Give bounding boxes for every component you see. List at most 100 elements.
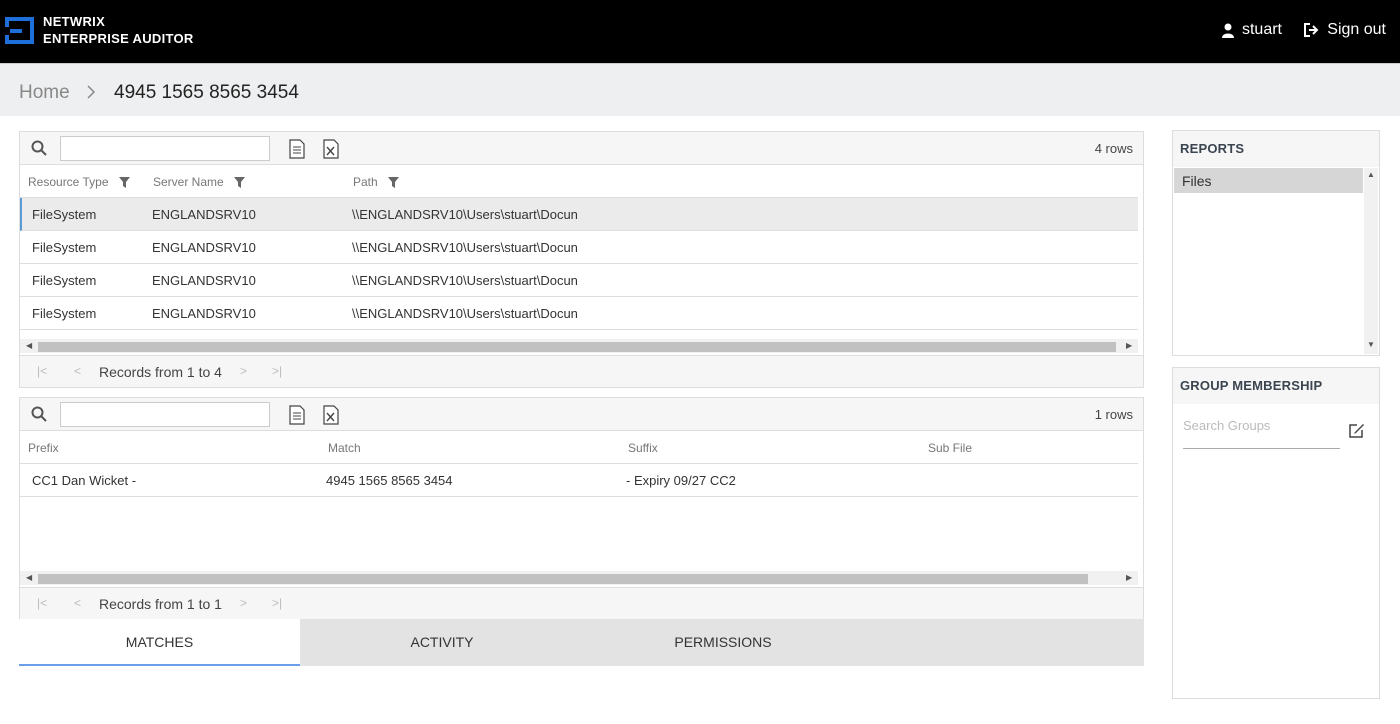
cell-prefix: CC1 Dan Wicket - (32, 473, 137, 488)
sign-out-button[interactable]: Sign out (1304, 21, 1386, 39)
brand-line2: ENTERPRISE AUDITOR (43, 31, 194, 46)
column-header-sub-file[interactable]: Sub File (928, 441, 972, 455)
sign-out-icon (1304, 23, 1319, 37)
next-page-icon[interactable]: > (240, 596, 247, 610)
export-excel-icon[interactable] (322, 405, 340, 425)
table-row[interactable]: FileSystem ENGLANDSRV10 \\ENGLANDSRV10\U… (20, 198, 1138, 231)
table-row[interactable]: FileSystem ENGLANDSRV10 \\ENGLANDSRV10\U… (20, 297, 1138, 330)
tab-permissions[interactable]: PERMISSIONS (583, 619, 863, 666)
cell-path: \\ENGLANDSRV10\Users\stuart\Docun (352, 273, 578, 288)
grid-toolbar: 1 rows (20, 398, 1143, 431)
column-header-path[interactable]: Path (353, 175, 399, 189)
grid-search-input[interactable] (60, 402, 270, 427)
tab-activity[interactable]: ACTIVITY (302, 619, 582, 666)
column-header-match[interactable]: Match (328, 441, 361, 455)
column-label: Resource Type (28, 175, 109, 189)
column-label: Server Name (153, 175, 224, 189)
user-menu[interactable]: stuart (1221, 21, 1282, 39)
column-label: Suffix (628, 441, 658, 455)
pagination-bar: |< < Records from 1 to 4 > >| (20, 355, 1143, 387)
search-icon (31, 406, 47, 422)
table-row[interactable]: FileSystem ENGLANDSRV10 \\ENGLANDSRV10\U… (20, 231, 1138, 264)
scroll-up-icon[interactable]: ▲ (1367, 170, 1375, 179)
filter-icon[interactable] (118, 176, 130, 188)
export-excel-icon[interactable] (322, 139, 340, 159)
next-page-icon[interactable]: > (240, 364, 247, 378)
table-header: Prefix Match Suffix Sub File (20, 431, 1138, 464)
edit-icon[interactable] (1348, 422, 1365, 439)
username-label: stuart (1241, 21, 1282, 38)
previous-page-icon[interactable]: < (74, 364, 81, 378)
scrollbar-thumb[interactable] (38, 574, 1088, 584)
previous-page-icon[interactable]: < (74, 596, 81, 610)
column-header-server-name[interactable]: Server Name (153, 175, 245, 189)
scroll-right-icon[interactable]: ▶ (1126, 573, 1132, 582)
cell-path: \\ENGLANDSRV10\Users\stuart\Docun (352, 207, 578, 222)
detail-tabs: MATCHES ACTIVITY PERMISSIONS (19, 619, 1144, 666)
matches-grid: 1 rows Prefix Match Suffix Sub File CC1 … (19, 397, 1144, 620)
table-row[interactable]: CC1 Dan Wicket - 4945 1565 8565 3454 - E… (20, 464, 1138, 497)
search-groups-input[interactable]: Search Groups (1183, 412, 1340, 449)
cell-path: \\ENGLANDSRV10\Users\stuart\Docun (352, 240, 578, 255)
last-page-icon[interactable]: >| (272, 364, 282, 378)
column-label: Sub File (928, 441, 973, 455)
locations-grid: 4 rows Resource Type Server Name Path Fi… (19, 131, 1144, 388)
cell-match: 4945 1565 8565 3454 (326, 473, 453, 488)
grid-toolbar: 4 rows (20, 132, 1143, 165)
cell-resource-type: FileSystem (32, 207, 97, 222)
filter-icon[interactable] (233, 176, 245, 188)
breadcrumb: Home 4945 1565 8565 3454 (0, 63, 1400, 116)
scroll-left-icon[interactable]: ◀ (26, 573, 32, 582)
breadcrumb-home-link[interactable]: Home (19, 82, 70, 104)
scroll-down-icon[interactable]: ▼ (1367, 340, 1375, 349)
netwrix-logo-icon (5, 17, 34, 44)
user-icon (1221, 23, 1234, 38)
filter-icon[interactable] (387, 176, 399, 188)
tab-matches[interactable]: MATCHES (19, 619, 300, 666)
scroll-left-icon[interactable]: ◀ (26, 341, 32, 350)
cell-resource-type: FileSystem (32, 240, 97, 255)
scroll-right-icon[interactable]: ▶ (1126, 341, 1132, 350)
column-label: Match (328, 441, 361, 455)
group-membership-panel: GROUP MEMBERSHIP Search Groups (1172, 367, 1380, 699)
records-label: Records from 1 to 1 (99, 596, 222, 612)
group-membership-title: GROUP MEMBERSHIP (1180, 378, 1323, 393)
grid-search-input[interactable] (60, 136, 270, 161)
column-label: Path (353, 175, 378, 189)
pagination-bar: |< < Records from 1 to 1 > >| (20, 587, 1143, 619)
column-header-suffix[interactable]: Suffix (628, 441, 658, 455)
cell-server-name: ENGLANDSRV10 (152, 207, 256, 222)
first-page-icon[interactable]: |< (37, 596, 47, 610)
top-header: NETWRIX ENTERPRISE AUDITOR stuart Sign o… (0, 0, 1400, 63)
export-text-icon[interactable] (288, 405, 306, 425)
table-header: Resource Type Server Name Path (20, 165, 1138, 198)
cell-server-name: ENGLANDSRV10 (152, 306, 256, 321)
horizontal-scrollbar[interactable]: ◀ ▶ (20, 339, 1138, 353)
search-icon (31, 140, 47, 156)
column-header-prefix[interactable]: Prefix (28, 441, 59, 455)
cell-server-name: ENGLANDSRV10 (152, 273, 256, 288)
reports-title: REPORTS (1180, 141, 1245, 156)
cell-resource-type: FileSystem (32, 273, 97, 288)
vertical-scrollbar[interactable]: ▲ ▼ (1364, 168, 1378, 354)
cell-server-name: ENGLANDSRV10 (152, 240, 256, 255)
row-count: 4 rows (1094, 141, 1133, 156)
chevron-right-icon (87, 85, 96, 99)
report-item-files[interactable]: Files (1174, 168, 1363, 193)
horizontal-scrollbar[interactable]: ◀ ▶ (20, 571, 1138, 585)
records-label: Records from 1 to 4 (99, 364, 222, 380)
scrollbar-thumb[interactable] (38, 342, 1116, 352)
cell-suffix: - Expiry 09/27 CC2 (626, 473, 736, 488)
cell-resource-type: FileSystem (32, 306, 97, 321)
export-text-icon[interactable] (288, 139, 306, 159)
last-page-icon[interactable]: >| (272, 596, 282, 610)
cell-path: \\ENGLANDSRV10\Users\stuart\Docun (352, 306, 578, 321)
breadcrumb-current: 4945 1565 8565 3454 (114, 82, 299, 103)
column-label: Prefix (28, 441, 59, 455)
column-header-resource-type[interactable]: Resource Type (28, 175, 130, 189)
sign-out-label: Sign out (1327, 21, 1386, 38)
table-row[interactable]: FileSystem ENGLANDSRV10 \\ENGLANDSRV10\U… (20, 264, 1138, 297)
row-count: 1 rows (1094, 407, 1133, 422)
first-page-icon[interactable]: |< (37, 364, 47, 378)
reports-panel: REPORTS Files ▲ ▼ (1172, 130, 1380, 356)
